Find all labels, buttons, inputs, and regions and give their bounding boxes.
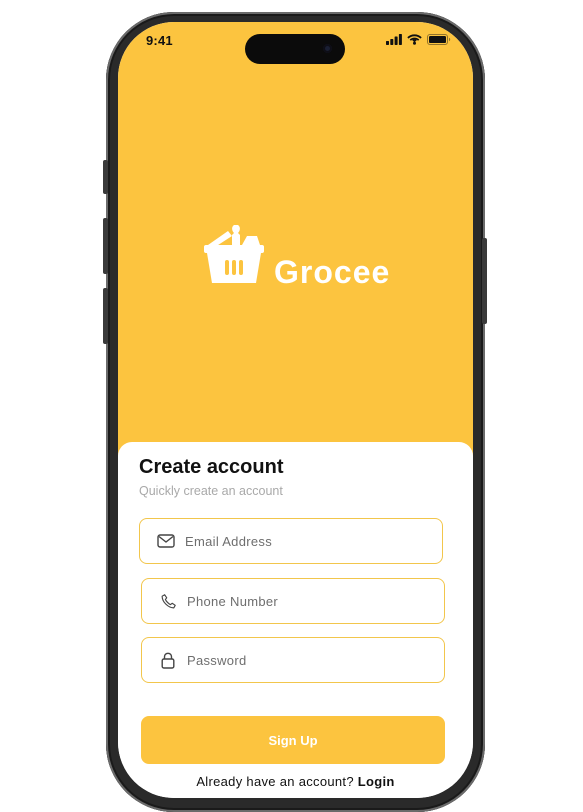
password-input[interactable] xyxy=(187,652,427,668)
mail-icon xyxy=(155,530,177,552)
camera-icon xyxy=(323,44,332,53)
power-button xyxy=(482,238,487,324)
sign-up-button[interactable]: Sign Up xyxy=(141,716,445,764)
phone-icon xyxy=(157,590,179,612)
signup-card: Create account Quickly create an account xyxy=(118,442,473,798)
lock-icon xyxy=(157,649,179,671)
password-field[interactable] xyxy=(141,637,445,683)
login-prompt: Already have an account? Login xyxy=(118,774,473,789)
page-title: Create account xyxy=(139,456,284,478)
volume-down-button xyxy=(103,288,108,344)
login-prompt-text: Already have an account? xyxy=(196,774,354,789)
dynamic-island xyxy=(245,34,345,64)
phone-field[interactable] xyxy=(141,578,445,624)
phone-screen: 9:41 Grocee Create account Quickly creat… xyxy=(118,22,473,798)
status-icons xyxy=(386,34,451,45)
brand-logo: Grocee xyxy=(202,223,390,290)
page-subtitle: Quickly create an account xyxy=(139,484,283,498)
volume-up-button xyxy=(103,218,108,274)
login-link[interactable]: Login xyxy=(358,774,395,789)
wifi-icon xyxy=(407,34,422,45)
silent-switch xyxy=(103,160,108,194)
basket-icon xyxy=(204,225,264,283)
phone-input[interactable] xyxy=(187,593,427,609)
email-field[interactable] xyxy=(139,518,443,564)
status-time: 9:41 xyxy=(146,33,173,48)
hero-banner: 9:41 Grocee xyxy=(118,22,473,462)
brand-name: Grocee xyxy=(274,254,391,290)
signal-icon xyxy=(386,34,402,45)
battery-icon xyxy=(427,34,451,45)
email-input[interactable] xyxy=(185,533,425,549)
